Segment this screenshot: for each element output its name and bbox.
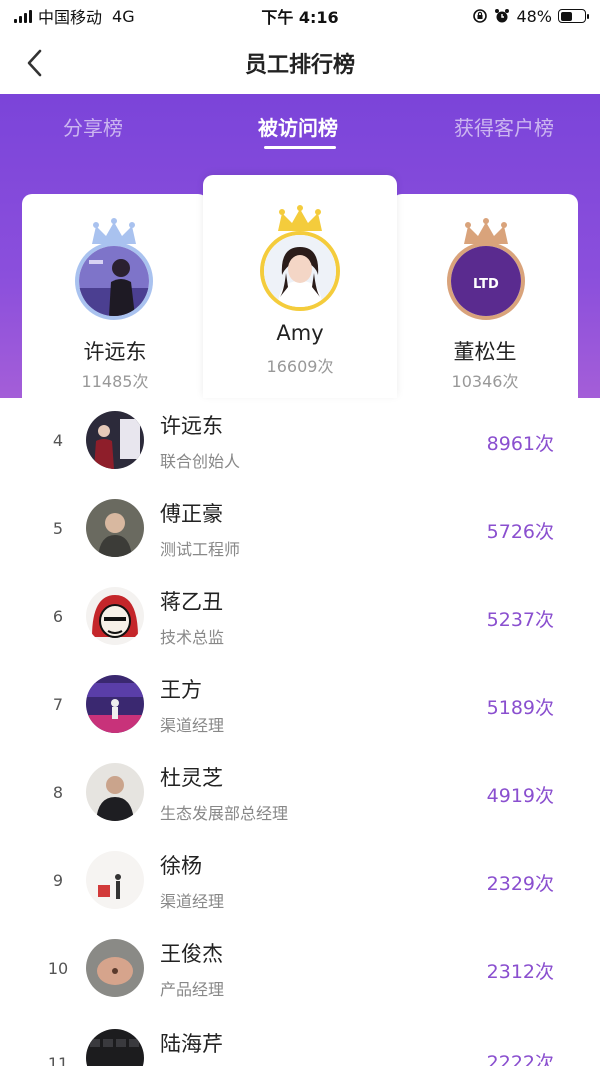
nav-bar: 员工排行榜 (0, 32, 600, 94)
rank-number: 9 (52, 871, 64, 890)
visit-count: 2329次 (486, 873, 554, 895)
rank-number: 8 (52, 783, 64, 802)
rank-number: 6 (52, 607, 64, 626)
battery-percent: 48% (516, 6, 552, 26)
podium-name: 许远东 (83, 340, 147, 364)
employee-title: 渠道经理 (160, 716, 225, 735)
page-title: 员工排行榜 (244, 53, 355, 78)
list-item[interactable]: 11 陆海芹 2222次 (0, 1014, 600, 1066)
avatar (86, 675, 144, 733)
company-logo-avatar: LTD (447, 242, 525, 320)
employee-name: 王方 (160, 678, 202, 702)
employee-name: 蒋乙丑 (160, 590, 223, 614)
carrier-name: 中国移动 (38, 8, 103, 27)
employee-name: 陆海芹 (160, 1032, 223, 1056)
podium-name: Amy (276, 321, 324, 345)
rank-number: 5 (52, 519, 64, 538)
list-item[interactable]: 5 傅正豪 测试工程师 5726次 (0, 486, 600, 574)
tab-customers[interactable]: 获得客户榜 (454, 112, 554, 141)
network-type: 4G (112, 6, 135, 26)
employee-name: 许远东 (160, 414, 223, 438)
podium-card-first[interactable]: Amy 16609次 (203, 175, 397, 398)
rank-number: 10 (47, 959, 69, 978)
avatar (75, 242, 153, 320)
podium-count: 16609次 (266, 357, 334, 376)
podium-count: 11485次 (81, 372, 149, 391)
visit-count: 8961次 (486, 433, 554, 455)
visit-count: 2222次 (486, 1052, 554, 1066)
rank-number: 11 (47, 1054, 69, 1066)
avatar (86, 1029, 144, 1066)
avatar (86, 411, 144, 469)
avatar (86, 939, 144, 997)
podium-card-third[interactable]: LTD 董松生 10346次 (392, 194, 578, 398)
avatar (86, 587, 144, 645)
avatar (86, 851, 144, 909)
visit-count: 5237次 (486, 609, 554, 631)
list-item[interactable]: 9 徐杨 渠道经理 2329次 (0, 838, 600, 926)
chevron-left-icon[interactable] (25, 48, 45, 78)
visit-count: 5726次 (486, 521, 554, 543)
status-bar: 中国移动 4G 下午 4:16 48% (0, 0, 600, 32)
employee-title: 技术总监 (160, 628, 225, 647)
battery-icon (558, 9, 589, 23)
employee-title: 联合创始人 (160, 452, 241, 471)
employee-title: 生态发展部总经理 (160, 804, 289, 823)
visit-count: 4919次 (486, 785, 554, 807)
list-item[interactable]: 8 杜灵芝 生态发展部总经理 4919次 (0, 750, 600, 838)
podium-card-second[interactable]: 许远东 11485次 (22, 194, 208, 398)
alarm-icon (495, 9, 510, 23)
signal-icon (14, 9, 32, 23)
tab-bar: 分享榜 被访问榜 获得客户榜 (0, 94, 600, 158)
list-item[interactable]: 10 王俊杰 产品经理 2312次 (0, 926, 600, 1014)
tab-share[interactable]: 分享榜 (63, 112, 123, 141)
employee-title: 产品经理 (160, 980, 225, 999)
rotation-lock-icon (473, 9, 488, 23)
logo-text: LTD (473, 277, 499, 292)
tab-visited[interactable]: 被访问榜 (258, 112, 338, 141)
employee-name: 王俊杰 (160, 942, 223, 966)
visit-count: 2312次 (486, 961, 554, 983)
podium-name: 董松生 (453, 340, 517, 364)
employee-name: 傅正豪 (160, 502, 223, 526)
active-tab-indicator (264, 146, 336, 149)
employee-title: 测试工程师 (160, 540, 241, 559)
back-button[interactable] (18, 46, 52, 80)
list-item[interactable]: 4 许远东 联合创始人 8961次 (0, 398, 600, 486)
avatar (260, 231, 340, 311)
avatar (86, 763, 144, 821)
list-item[interactable]: 7 王方 渠道经理 5189次 (0, 662, 600, 750)
employee-name: 徐杨 (160, 854, 202, 878)
visit-count: 5189次 (486, 697, 554, 719)
rank-number: 7 (52, 695, 64, 714)
rank-number: 4 (52, 431, 64, 450)
employee-name: 杜灵芝 (160, 766, 223, 790)
podium-count: 10346次 (451, 372, 519, 391)
employee-title: 渠道经理 (160, 892, 225, 911)
list-item[interactable]: 6 蒋乙丑 技术总监 5237次 (0, 574, 600, 662)
avatar (86, 499, 144, 557)
battery-level-fill (560, 11, 572, 21)
